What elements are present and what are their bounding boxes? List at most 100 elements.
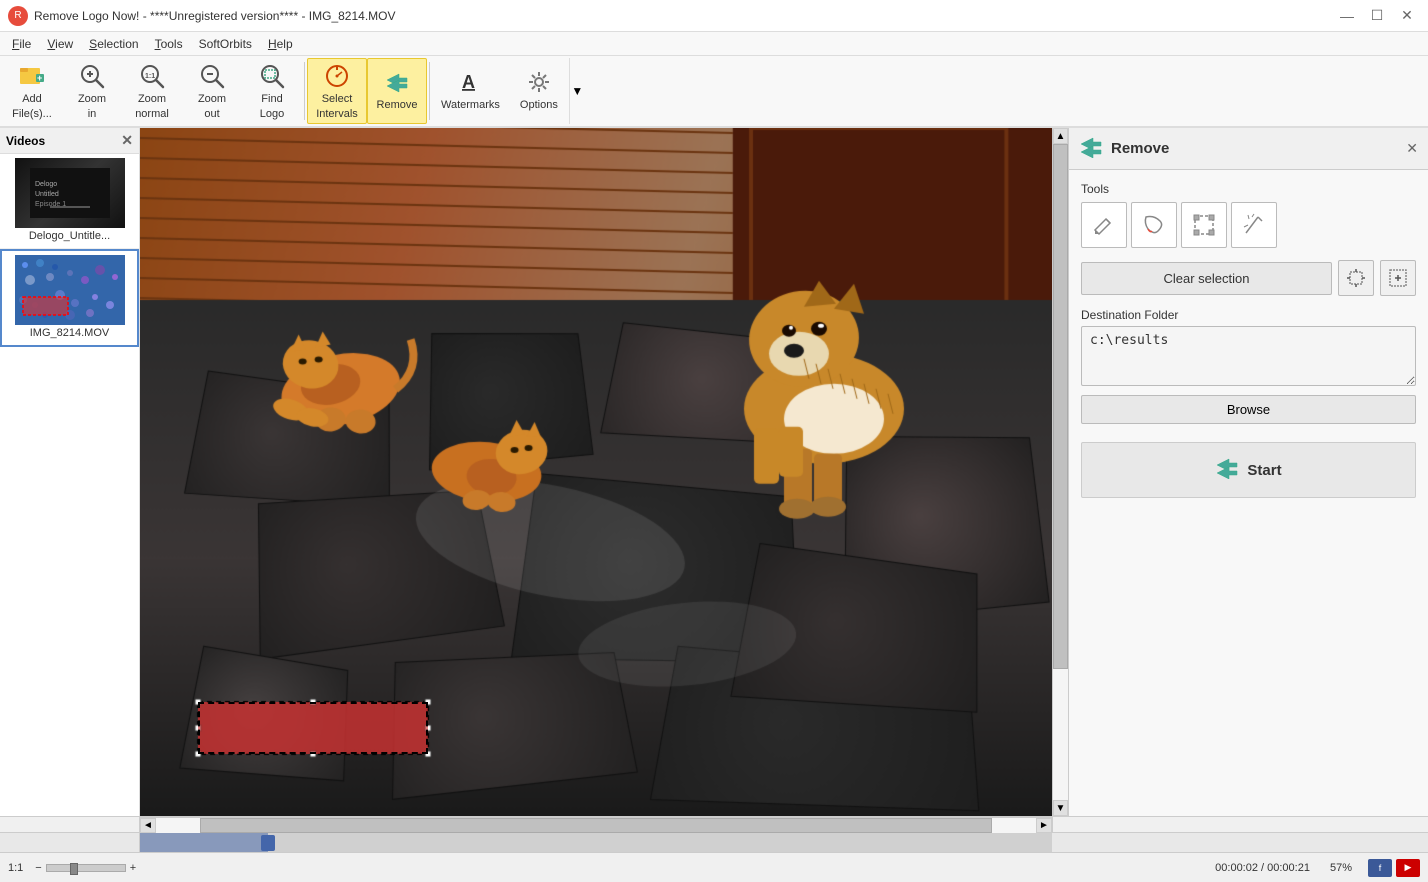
status-left: 1:1 − + — [8, 862, 136, 874]
scroll-right-arrow[interactable]: ► — [1036, 818, 1052, 833]
zoom-normal-label: Zoom — [138, 93, 166, 105]
remove-label: Remove — [377, 99, 418, 111]
menu-bar: File View Selection Tools SoftOrbits Hel… — [0, 32, 1428, 56]
watermarks-button[interactable]: A Watermarks — [432, 58, 509, 124]
selection-box[interactable] — [198, 702, 428, 754]
title-bar-left: R Remove Logo Now! - ****Unregistered ve… — [8, 6, 396, 26]
status-bar: 1:1 − + 00:00:02 / 00:00:21 57% f ▶ — [0, 852, 1428, 882]
h-scrollbar: ◄ ► — [140, 817, 1052, 833]
v-scroll-thumb[interactable] — [1053, 144, 1068, 669]
zoom-slider[interactable] — [46, 864, 126, 872]
v-scroll-track[interactable] — [1053, 144, 1068, 800]
find-logo-label2: Logo — [260, 108, 284, 120]
svg-text:+: + — [37, 73, 42, 83]
h-scrollbar-container: ◄ ► — [0, 816, 1428, 832]
zoom-out-icon — [198, 62, 226, 90]
toolbox-header: Remove ✕ — [1069, 128, 1428, 170]
toolbar-scroll[interactable]: ▼ — [569, 58, 585, 124]
zoom-percent: 57% — [1330, 862, 1352, 874]
zoom-slider-thumb[interactable] — [70, 863, 78, 875]
contract-selection-button[interactable] — [1380, 260, 1416, 296]
menu-help[interactable]: Help — [260, 35, 301, 53]
youtube-button[interactable]: ▶ — [1396, 859, 1420, 877]
close-button[interactable]: ✕ — [1394, 5, 1420, 27]
browse-button[interactable]: Browse — [1081, 395, 1416, 424]
select-intervals-label: Select — [322, 93, 353, 105]
facebook-button[interactable]: f — [1368, 859, 1392, 877]
toolbox-title-row: Remove — [1079, 134, 1169, 163]
find-logo-icon — [258, 62, 286, 90]
video-thumbnail-1: Delogo Untitled Episode 1 — [15, 158, 125, 228]
timeline-track[interactable] — [140, 833, 1052, 852]
toolbar: + Add File(s)... Zoom in 1:1 Zoom — [0, 56, 1428, 128]
magic-tool-button[interactable] — [1231, 202, 1277, 248]
window-title: Remove Logo Now! - ****Unregistered vers… — [34, 9, 396, 23]
rect-tool-button[interactable] — [1181, 202, 1227, 248]
video-label-1: Delogo_Untitle... — [4, 228, 135, 244]
menu-file[interactable]: File — [4, 35, 39, 53]
add-files-label2: File(s)... — [12, 108, 52, 120]
videos-panel-header: Videos ✕ — [0, 128, 139, 154]
options-label: Options — [520, 99, 558, 111]
tools-section: Tools — [1081, 182, 1416, 248]
start-label: Start — [1247, 462, 1281, 479]
timeline-elapsed — [140, 833, 268, 852]
status-right: 00:00:02 / 00:00:21 57% f ▶ — [1215, 859, 1420, 877]
timeline-playhead[interactable] — [261, 835, 275, 851]
select-intervals-button[interactable]: Select Intervals — [307, 58, 367, 124]
options-icon — [525, 68, 553, 96]
expand-selection-button[interactable] — [1338, 260, 1374, 296]
add-files-button[interactable]: + Add File(s)... — [2, 58, 62, 124]
zoom-out-button[interactable]: Zoom out — [182, 58, 242, 124]
minimize-button[interactable]: — — [1334, 5, 1360, 27]
options-button[interactable]: Options — [509, 58, 569, 124]
scroll-down-arrow[interactable]: ▼ — [1053, 800, 1068, 816]
add-files-label: Add — [22, 93, 42, 105]
title-bar: R Remove Logo Now! - ****Unregistered ve… — [0, 0, 1428, 32]
toolbox: Remove ✕ Tools — [1068, 128, 1428, 816]
zoom-in-label: Zoom — [78, 93, 106, 105]
videos-panel-close[interactable]: ✕ — [121, 132, 133, 149]
zoom-normal-button[interactable]: 1:1 Zoom normal — [122, 58, 182, 124]
svg-text:Delogo: Delogo — [35, 181, 57, 188]
menu-view[interactable]: View — [39, 35, 81, 53]
h-scroll-thumb[interactable] — [200, 818, 992, 833]
scroll-left-arrow[interactable]: ◄ — [140, 818, 156, 833]
videos-panel: Videos ✕ Delogo Untitled Episode 1 Delog… — [0, 128, 140, 816]
menu-selection[interactable]: Selection — [81, 35, 146, 53]
destination-input[interactable]: c:\results — [1081, 326, 1416, 386]
start-arrow-icon — [1215, 455, 1239, 485]
toolbox-close-button[interactable]: ✕ — [1406, 140, 1418, 157]
video-item-2[interactable]: IMG_8214.MOV — [0, 249, 139, 347]
menu-tools[interactable]: Tools — [147, 35, 191, 53]
toolbox-h-spacer — [1068, 817, 1428, 832]
tools-buttons-row — [1081, 202, 1416, 248]
add-files-icon: + — [18, 62, 46, 90]
v-scrollbar: ▲ ▼ — [1052, 128, 1068, 816]
zoom-in-icon — [78, 62, 106, 90]
maximize-button[interactable]: ☐ — [1364, 5, 1390, 27]
find-logo-label: Find — [261, 93, 282, 105]
h-scroll-track[interactable] — [156, 818, 1036, 833]
destination-section: Destination Folder c:\results Browse — [1081, 308, 1416, 424]
find-logo-button[interactable]: Find Logo — [242, 58, 302, 124]
zoom-plus-btn[interactable]: + — [130, 862, 136, 874]
clear-selection-row: Clear selection — [1081, 260, 1416, 296]
start-button[interactable]: Start — [1081, 442, 1416, 498]
watermarks-label: Watermarks — [441, 99, 500, 111]
brush-tool-button[interactable] — [1131, 202, 1177, 248]
clear-selection-button[interactable]: Clear selection — [1081, 262, 1332, 295]
scroll-up-arrow[interactable]: ▲ — [1053, 128, 1068, 144]
video-item-1[interactable]: Delogo Untitled Episode 1 Delogo_Untitle… — [0, 154, 139, 249]
menu-softorbits[interactable]: SoftOrbits — [191, 35, 260, 53]
video-area — [140, 128, 1052, 816]
h-scrollbar-spacer — [0, 817, 140, 832]
zoom-minus-btn[interactable]: − — [35, 862, 41, 874]
corner-spacer — [1052, 817, 1068, 832]
select-intervals-label2: Intervals — [316, 108, 358, 120]
watermarks-icon: A — [456, 68, 484, 96]
remove-button[interactable]: Remove — [367, 58, 427, 124]
toolbox-body: Tools — [1069, 170, 1428, 510]
pencil-tool-button[interactable] — [1081, 202, 1127, 248]
zoom-in-button[interactable]: Zoom in — [62, 58, 122, 124]
